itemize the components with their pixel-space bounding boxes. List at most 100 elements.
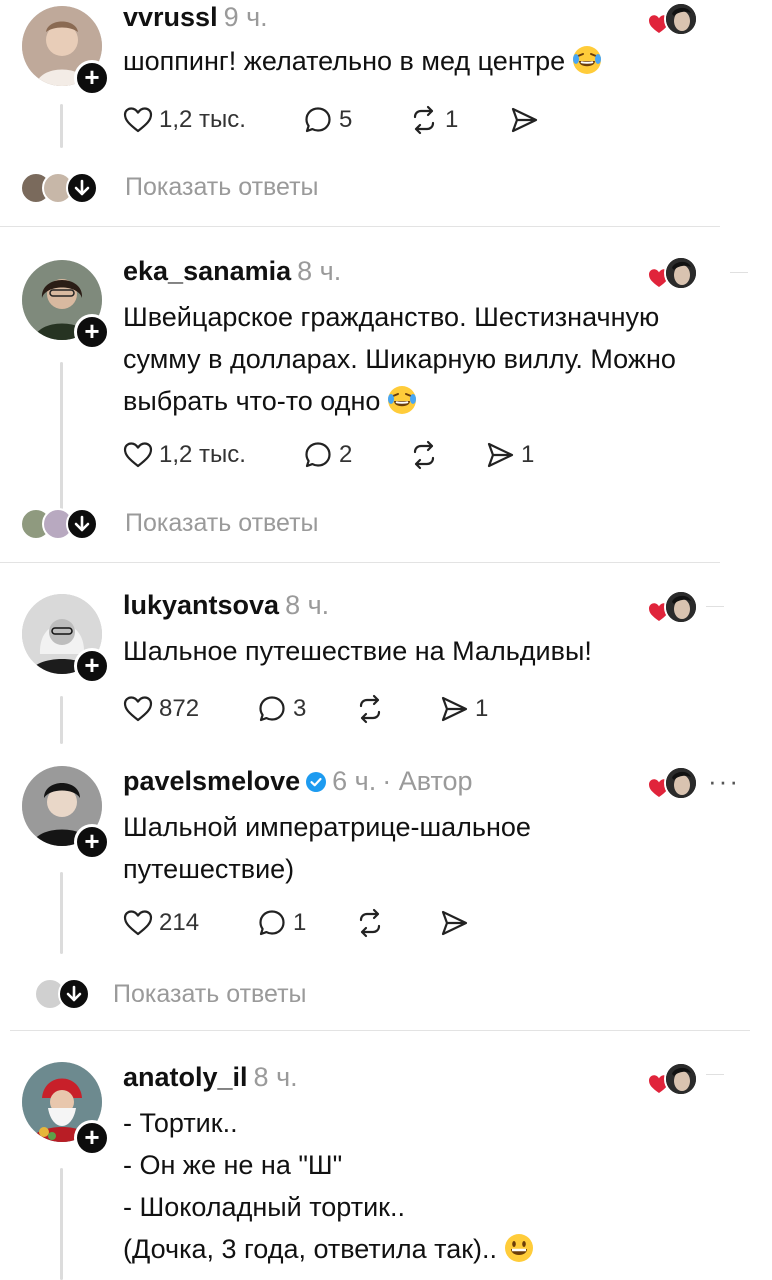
username[interactable]: pavelsmelove [123, 766, 300, 796]
like-count: 1,2 тыс. [159, 106, 246, 133]
author-liked-icon [648, 766, 698, 800]
post-text-line: - Шоколадный тортик.. [123, 1192, 405, 1222]
action-bar: 1,2 тыс. 5 1 [123, 103, 723, 137]
share-button[interactable]: 1 [439, 692, 488, 726]
post-header: pavelsmelove 6 ч. · Автор [123, 766, 473, 797]
comment-post: + pavelsmelove 6 ч. · Автор ··· Шальной им… [0, 752, 772, 1022]
username[interactable]: vvrussl [123, 2, 218, 32]
comment-post: + vvrussl 9 ч. шоппинг! желательно в мед … [0, 0, 772, 225]
comment-button[interactable]: 3 [257, 692, 306, 726]
author-avatar [664, 2, 698, 36]
comment-bubble-icon [257, 694, 287, 724]
like-button[interactable]: 214 [123, 906, 199, 940]
repost-button[interactable] [355, 906, 385, 940]
username[interactable]: eka_sanamia [123, 256, 291, 286]
show-replies-link[interactable]: Показать ответы [125, 173, 319, 202]
post-text: Шальное путешествие на Мальдивы! [123, 630, 743, 672]
laughing-tears-emoji-icon [571, 44, 603, 76]
reply-avatars[interactable] [34, 976, 104, 1010]
timestamp: 6 ч. [332, 766, 377, 796]
comment-bubble-icon [257, 908, 287, 938]
grinning-emoji-icon [503, 1232, 535, 1264]
comment-count: 2 [339, 441, 353, 468]
follow-plus-icon[interactable]: + [74, 1120, 110, 1156]
thread-line [60, 1168, 63, 1280]
post-text: шоппинг! желательно в мед центре [123, 40, 743, 82]
author-liked-icon [648, 256, 698, 290]
post-text: - Тортик.. - Он же не на "Ш" - Шоколадны… [123, 1102, 743, 1270]
author-liked-icon [648, 2, 698, 36]
repost-button[interactable]: 1 [409, 103, 458, 137]
post-header: vvrussl 9 ч. [123, 2, 268, 33]
post-text-line: Шальной императрице-шальное [123, 812, 531, 842]
show-replies-link[interactable]: Показать ответы [125, 509, 319, 538]
username[interactable]: lukyantsova [123, 590, 279, 620]
post-text-line: шоппинг! желательно в мед центре [123, 46, 566, 76]
comment-post: + lukyantsova 8 ч. Шальное путешествие на… [0, 574, 772, 744]
thread-line [60, 872, 63, 954]
author-liked-icon [648, 1062, 698, 1096]
repost-button[interactable] [355, 692, 385, 726]
more-options-icon[interactable]: ··· [708, 766, 740, 797]
like-count: 872 [159, 695, 200, 722]
author-avatar [664, 256, 698, 290]
heart-outline-icon [123, 908, 153, 938]
repost-arrows-icon [409, 105, 439, 135]
show-replies-link[interactable]: Показать ответы [113, 980, 307, 1009]
timestamp: 9 ч. [223, 2, 268, 32]
share-button[interactable] [439, 906, 469, 940]
post-text-line: сумму в долларах. Шикарную виллу. Можно [123, 344, 676, 374]
thread-line [60, 104, 63, 148]
thread-line [60, 362, 63, 512]
arrow-down-icon [66, 508, 98, 540]
post-header: anatoly_il 8 ч. [123, 1062, 298, 1093]
author-avatar [664, 766, 698, 800]
post-text-line: - Он же не на "Ш" [123, 1150, 343, 1180]
repost-count: 1 [445, 106, 459, 133]
divider [706, 606, 724, 607]
post-header: eka_sanamia 8 ч. [123, 256, 341, 287]
reply-avatars[interactable] [20, 506, 110, 540]
post-text-line: путешествие) [123, 854, 295, 884]
follow-plus-icon[interactable]: + [74, 824, 110, 860]
divider [0, 562, 720, 563]
heart-outline-icon [123, 440, 153, 470]
repost-button[interactable] [409, 438, 439, 472]
comment-count: 3 [293, 695, 307, 722]
repost-arrows-icon [409, 440, 439, 470]
comment-post: + anatoly_il 8 ч. - Тортик.. - Он же не н… [0, 1046, 772, 1280]
like-button[interactable]: 1,2 тыс. [123, 103, 246, 137]
comment-post: + eka_sanamia 8 ч. Швейцарское гражданств… [0, 240, 772, 558]
timestamp: 8 ч. [253, 1062, 298, 1092]
comment-button[interactable]: 2 [303, 438, 352, 472]
action-bar: 872 3 1 [123, 692, 723, 726]
send-arrow-icon [485, 440, 515, 470]
thread-line [60, 696, 63, 744]
like-button[interactable]: 872 [123, 692, 199, 726]
follow-plus-icon[interactable]: + [74, 60, 110, 96]
comment-button[interactable]: 1 [257, 906, 306, 940]
laughing-tears-emoji-icon [386, 384, 418, 416]
author-avatar [664, 590, 698, 624]
follow-plus-icon[interactable]: + [74, 314, 110, 350]
like-button[interactable]: 1,2 тыс. [123, 438, 246, 472]
send-arrow-icon [439, 908, 469, 938]
heart-outline-icon [123, 694, 153, 724]
post-text-line: Шальное путешествие на Мальдивы! [123, 636, 592, 666]
share-count: 1 [475, 695, 489, 722]
action-bar: 214 1 [123, 906, 723, 940]
author-avatar [664, 1062, 698, 1096]
share-button[interactable]: 1 [485, 438, 534, 472]
username[interactable]: anatoly_il [123, 1062, 248, 1092]
post-text: Шальной императрице-шальное путешествие) [123, 806, 743, 890]
post-header: lukyantsova 8 ч. [123, 590, 329, 621]
comment-button[interactable]: 5 [303, 103, 352, 137]
reply-avatars[interactable] [20, 170, 110, 204]
post-text-line: (Дочка, 3 года, ответила так).. [123, 1234, 498, 1264]
post-text-line: выбрать что-то одно [123, 386, 381, 416]
share-button[interactable] [509, 103, 539, 137]
timestamp: 8 ч. [285, 590, 330, 620]
comment-bubble-icon [303, 440, 333, 470]
post-text-line: - Тортик.. [123, 1108, 238, 1138]
follow-plus-icon[interactable]: + [74, 648, 110, 684]
